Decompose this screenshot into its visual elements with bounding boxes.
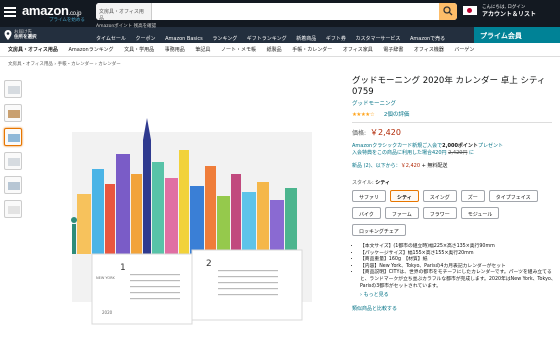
thumbnail[interactable] <box>4 80 22 98</box>
thumbnail[interactable] <box>4 200 22 218</box>
price-label: 価格: <box>352 130 367 137</box>
card-promo-text: Amazonクラシックカード新規ご入会で <box>352 143 443 149</box>
nav-link-new[interactable]: 新着商品 <box>296 36 316 42</box>
category-item[interactable]: 手帳・カレンダー <box>292 47 332 53</box>
style-option[interactable]: ロッキングチェア <box>352 224 406 236</box>
deliver-address: 住所を選択 <box>14 35 37 40</box>
price-row: 価格: ￥2,420 <box>352 127 552 138</box>
divider <box>352 122 552 123</box>
star-rating-icon[interactable]: ★★★★☆ <box>352 112 375 118</box>
calendar-year: 2020 <box>102 310 113 315</box>
category-item[interactable]: ノート・メモ帳 <box>221 47 256 53</box>
nav-link-basics[interactable]: Amazon Basics <box>165 36 203 42</box>
category-item[interactable]: 文具・学用品 <box>124 47 154 53</box>
style-option[interactable]: バイク <box>352 207 381 219</box>
deliver-to[interactable]: お届け先 住所を選択 <box>14 30 37 40</box>
thumbnail[interactable] <box>4 152 22 170</box>
style-option[interactable]: フラワー <box>422 207 457 219</box>
price-value: ￥2,420 <box>370 128 401 137</box>
style-option[interactable]: サファリ <box>352 190 387 202</box>
rating-count-link[interactable]: 2個の評価 <box>384 112 410 118</box>
sub-nav-links: Amazonポイント 残高を確認 タイムセール クーポン Amazon Basi… <box>96 24 453 42</box>
nav-link-giftcard[interactable]: ギフト券 <box>326 36 346 42</box>
search-bar[interactable]: 文房具・オフィス用品 <box>96 3 457 20</box>
card-promo[interactable]: Amazonクラシックカード新規ご入会で2,000ポイントプレゼント 入会特典を… <box>352 143 552 157</box>
search-category-select[interactable]: 文房具・オフィス用品 <box>96 3 152 20</box>
prime-banner[interactable]: プライム会員 <box>474 27 560 43</box>
card-promo-line1: Amazonクラシックカード新規ご入会で2,000ポイントプレゼント <box>352 143 552 150</box>
nav-link-timesale[interactable]: タイムセール <box>96 36 126 42</box>
offers-shipping: + 無料配送 <box>420 163 448 169</box>
search-input[interactable] <box>154 5 434 18</box>
rating: ★★★★☆ 2個の評価 <box>352 110 552 118</box>
style-option[interactable]: スイング <box>422 190 457 202</box>
card-promo-text-2: 入会特典をこの商品に利用した場合420円 <box>352 150 449 156</box>
location-pin-icon <box>4 30 12 40</box>
style-option-selected[interactable]: シティ <box>390 190 419 202</box>
thumbnail[interactable] <box>4 104 22 122</box>
amazon-logo[interactable]: amazon.co.jp <box>22 3 81 18</box>
category-item[interactable]: 電子辞書 <box>383 47 403 53</box>
product-image[interactable]: 1 2 2020 NEW YORK <box>32 74 348 337</box>
card-promo-suffix: プレゼント <box>477 143 503 149</box>
style-option[interactable]: モジュール <box>460 207 500 219</box>
nav-link-customer-service[interactable]: カスタマーサービス <box>355 36 400 42</box>
japan-flag-icon[interactable] <box>463 6 477 15</box>
style-options: サファリ シティ スイング ズー タイプフェイス バイク ファーム フラワー モ… <box>352 190 552 241</box>
card-promo-line2: 入会特典をこの商品に利用した場合420円 2,420円 に <box>352 150 552 157</box>
category-item[interactable]: 紙製品 <box>267 47 282 53</box>
product-info: グッドモーニング 2020年 カレンダー 卓上 シティ 0759 グッドモーニン… <box>352 76 556 312</box>
feature-bullets: 【本文サイズ】(1都市の組立時)幅225×高さ135×奥行90mm 【パッケージ… <box>352 244 556 290</box>
thumbnail-selected[interactable] <box>4 128 22 146</box>
see-more-link[interactable]: › もっと見る <box>352 291 552 298</box>
category-item[interactable]: 事務用品 <box>165 47 185 53</box>
account-label: アカウント＆リスト <box>482 11 537 18</box>
style-label: スタイル: <box>352 180 374 186</box>
search-button[interactable] <box>439 3 457 20</box>
account-menu[interactable]: こんにちは, ログイン アカウント＆リスト <box>482 4 536 19</box>
product-title: グッドモーニング 2020年 カレンダー 卓上 シティ 0759 <box>352 76 546 97</box>
category-item[interactable]: バーゲン <box>454 47 474 53</box>
menu-icon[interactable] <box>4 5 16 17</box>
category-item[interactable]: オフィス家具 <box>343 47 373 53</box>
nav-link-ranking[interactable]: ランキング <box>212 36 237 42</box>
style-option[interactable]: ファーム <box>384 207 419 219</box>
style-value: シティ <box>375 180 390 186</box>
category-bar: 文房具・オフィス用品 Amazonランキング 文具・学用品 事務用品 筆記具 ノ… <box>0 43 560 57</box>
nav-link-sell[interactable]: Amazonで売る <box>410 36 445 42</box>
logo-sub[interactable]: プライムを始める <box>49 17 85 23</box>
offers-row: 新品 (2)、以下から：￥2,420 + 無料配送 <box>352 162 552 169</box>
category-item[interactable]: 筆記具 <box>195 47 210 53</box>
points-link[interactable]: Amazonポイント 残高を確認 <box>96 23 156 29</box>
thumbnail[interactable] <box>4 176 22 194</box>
style-option[interactable]: ズー <box>460 190 485 202</box>
category-item[interactable]: オフィス機器 <box>414 47 444 53</box>
search-icon <box>443 6 453 16</box>
calendar-city: NEW YORK <box>96 276 116 280</box>
card-promo-suffix-2: に <box>467 150 475 156</box>
nav-link-gift-ranking[interactable]: ギフトランキング <box>247 36 287 42</box>
city-calendar-illustration: 1 2 2020 NEW YORK <box>32 74 348 337</box>
style-selector-label: スタイル: シティ <box>352 179 552 186</box>
account-greeting: こんにちは, ログイン <box>482 5 526 10</box>
feature-bullet: 【本文サイズ】(1都市の組立時)幅225×高さ135×奥行90mm <box>360 244 556 251</box>
logo-text: amazon <box>22 3 69 18</box>
brand-link[interactable]: グッドモーニング <box>352 99 552 107</box>
feature-bullet: 【商品重量】160g 【材質】紙 <box>360 257 556 264</box>
thumbnail-list <box>4 80 22 224</box>
feature-bullet: 【商品説明】CITYは、世界の都市をモチーフにしたカレンダーです。パーツを組み立… <box>360 270 556 290</box>
breadcrumb[interactable]: 文房具・オフィス用品 › 手帳・カレンダー › カレンダー <box>8 61 121 67</box>
calendar-month-b: 2 <box>206 259 212 269</box>
card-old-price: 2,420円 <box>448 150 468 156</box>
nav-link-coupon[interactable]: クーポン <box>136 36 156 42</box>
category-item[interactable]: Amazonランキング <box>69 47 114 53</box>
offers-link[interactable]: 新品 (2)、以下から： <box>352 163 401 169</box>
style-option[interactable]: タイプフェイス <box>488 190 538 202</box>
card-points: 2,000ポイント <box>442 143 478 149</box>
top-nav: amazon.co.jp プライムを始める 文房具・オフィス用品 こんにちは, … <box>0 0 560 27</box>
compare-link[interactable]: 類似商品と比較する <box>352 305 552 312</box>
category-home[interactable]: 文房具・オフィス用品 <box>8 47 58 53</box>
offers-price: ￥2,420 <box>400 163 421 169</box>
calendar-month-a: 1 <box>120 263 126 273</box>
